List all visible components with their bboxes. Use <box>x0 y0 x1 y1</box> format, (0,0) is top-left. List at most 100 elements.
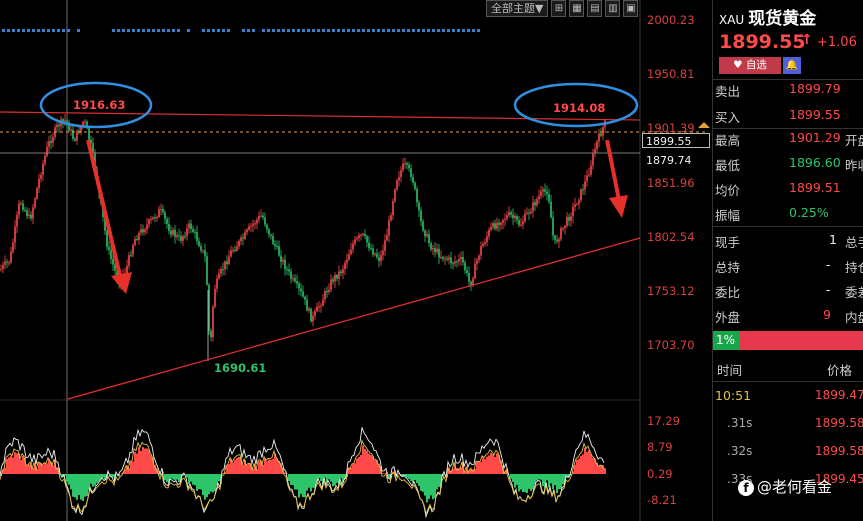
histogram-bar <box>592 457 594 474</box>
candle-body <box>510 212 512 215</box>
candle-body <box>250 225 252 227</box>
candle-body <box>300 288 302 292</box>
histogram-bar <box>172 474 174 480</box>
histogram-bar <box>416 474 418 484</box>
candle-body <box>512 214 514 219</box>
event-dot <box>457 29 460 32</box>
grid-icon[interactable]: ▦ <box>569 0 585 17</box>
candle-body <box>194 231 196 233</box>
candle-body <box>360 234 362 236</box>
histogram-bar <box>434 474 436 499</box>
histogram-bar <box>258 461 260 474</box>
event-dot <box>122 29 125 32</box>
quote-row-value: 1899.51 <box>789 180 841 195</box>
right-peak-label: 1914.08 <box>553 101 606 115</box>
candle-body <box>530 211 532 214</box>
candle-body <box>474 263 476 279</box>
candle-body <box>452 263 454 265</box>
event-dot <box>312 29 315 32</box>
candle-body <box>208 284 210 331</box>
histogram-bar <box>16 453 18 474</box>
candle-body <box>30 214 32 219</box>
histogram-bar <box>580 456 582 474</box>
candle-body <box>342 269 344 274</box>
candle-body <box>336 274 338 279</box>
event-dot <box>342 29 345 32</box>
candle-body <box>392 201 394 216</box>
candle-body <box>598 133 600 142</box>
histogram-bar <box>536 474 538 481</box>
histogram-bar <box>604 468 606 474</box>
candle-body <box>378 257 380 262</box>
histogram-bar <box>542 474 544 487</box>
quote-row-extra: 总手 <box>845 235 863 250</box>
level-box: 1879.74 <box>642 153 710 168</box>
layout-icon[interactable]: ▥ <box>605 0 621 17</box>
event-dot <box>7 29 10 32</box>
bell-icon[interactable]: 🔔 <box>783 57 801 74</box>
left-peak-label: 1916.63 <box>73 98 126 112</box>
candle-body <box>286 269 288 271</box>
candle-body <box>202 250 204 252</box>
candle-body <box>32 207 34 219</box>
quote-row: 外盘 9 内盘 <box>713 307 863 327</box>
histogram-bar <box>228 464 230 474</box>
candle-body <box>138 232 140 240</box>
candle-body <box>272 235 274 244</box>
candle-body <box>130 255 132 257</box>
candle-body <box>518 219 520 226</box>
histogram-bar <box>304 474 306 498</box>
histogram-bar <box>438 474 440 487</box>
candle-body <box>178 235 180 237</box>
candle-body <box>434 248 436 253</box>
candle-body <box>62 119 64 122</box>
event-dot <box>2 29 5 32</box>
candle-body <box>470 281 472 285</box>
candle-body <box>52 136 54 143</box>
window-icon[interactable]: ▣ <box>623 0 639 17</box>
candle-body <box>110 249 112 259</box>
candle-body <box>302 291 304 297</box>
event-dot <box>227 29 230 32</box>
event-dot <box>62 29 65 32</box>
event-dot <box>117 29 120 32</box>
candle-body <box>394 189 396 202</box>
indicator-line-fast <box>0 427 605 519</box>
overlay-icon[interactable]: ▤ <box>587 0 603 17</box>
price-chart[interactable] <box>0 0 712 521</box>
candle-body <box>398 177 400 181</box>
quote-row-value: - <box>826 282 831 297</box>
histogram-bar <box>540 474 542 480</box>
candle-body <box>438 248 440 258</box>
candle-body <box>170 231 172 235</box>
candle-body <box>596 141 598 150</box>
histogram-bar <box>436 474 438 490</box>
candle-body <box>2 264 4 269</box>
event-dot <box>37 29 40 32</box>
candle-body <box>218 273 220 279</box>
candle-body <box>22 203 24 210</box>
histogram-bar <box>96 474 98 483</box>
chart-area[interactable]: 全部主题▼ ⊞ ▦ ▤ ▥ ▣ 2000.23 1950.81 1901.39 … <box>0 0 712 521</box>
histogram-bar <box>46 463 48 474</box>
histogram-bar <box>296 474 298 490</box>
add-favorite-button[interactable]: ♥ 自选 <box>719 57 781 74</box>
event-dot <box>112 29 115 32</box>
candle-body <box>166 218 168 224</box>
theme-dropdown[interactable]: 全部主题▼ <box>486 0 549 17</box>
crosshair-icon[interactable]: ⊞ <box>551 0 567 17</box>
quote-panel: XAU 现货黄金 1899.55 ↑ +1.06 ♥ 自选 🔔 卖出 1899.79… <box>712 0 863 521</box>
histogram-bar <box>420 474 422 491</box>
histogram-bar <box>190 474 192 482</box>
tick-row: .31s 1899.58 <box>713 416 863 441</box>
event-dot <box>42 29 45 32</box>
candle-body <box>600 133 602 136</box>
candle-body <box>390 215 392 221</box>
candle-body <box>164 212 166 219</box>
histogram-bar <box>78 474 80 496</box>
candle-body <box>384 240 386 251</box>
histogram-bar <box>526 474 528 494</box>
histogram-bar <box>546 474 548 481</box>
candle-body <box>564 225 566 229</box>
histogram-bar <box>232 462 234 474</box>
